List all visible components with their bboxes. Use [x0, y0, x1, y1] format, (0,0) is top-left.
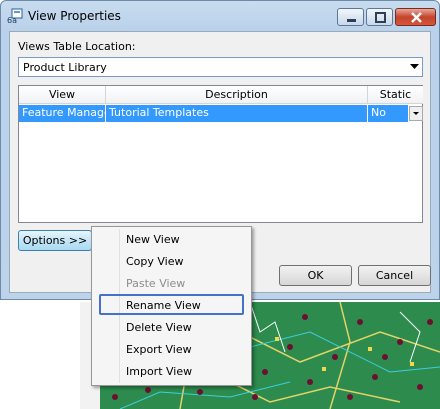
title-bar[interactable]: 6a View Properties	[1, 1, 439, 31]
options-context-menu: New View Copy View Paste View Rename Vie…	[91, 226, 252, 386]
menu-item-new-view[interactable]: New View	[126, 229, 180, 251]
menu-item-delete-view[interactable]: Delete View	[126, 317, 192, 339]
table-cell-description[interactable]: Tutorial Templates	[106, 105, 368, 122]
cancel-button[interactable]: Cancel	[358, 265, 431, 286]
views-table-location-value: Product Library	[23, 61, 107, 74]
minimize-button[interactable]	[337, 8, 364, 26]
svg-text:6a: 6a	[7, 16, 17, 24]
chevron-down-icon	[413, 112, 419, 115]
column-header-view[interactable]: View	[19, 86, 106, 104]
menu-item-copy-view[interactable]: Copy View	[126, 251, 184, 273]
static-dropdown-button[interactable]	[409, 106, 423, 121]
maximize-button[interactable]	[366, 8, 393, 26]
views-table-location-label: Views Table Location:	[18, 40, 136, 53]
table-cell-static[interactable]: No	[368, 105, 409, 122]
options-button[interactable]: Options >>	[18, 230, 92, 251]
menu-item-paste-view: Paste View	[126, 277, 186, 290]
chevron-down-icon	[410, 64, 419, 69]
window-title: View Properties	[28, 9, 121, 23]
ok-button[interactable]: OK	[279, 265, 352, 286]
column-header-static[interactable]: Static	[368, 86, 423, 104]
maximize-icon	[375, 12, 386, 23]
close-button[interactable]	[395, 8, 436, 26]
menu-item-export-view[interactable]: Export View	[126, 339, 192, 361]
menu-item-import-view[interactable]: Import View	[126, 361, 192, 383]
views-table-location-combo[interactable]: Product Library	[18, 57, 423, 77]
close-icon	[411, 12, 422, 23]
column-header-description[interactable]: Description	[106, 86, 368, 104]
views-table: View Description Static Feature Manager …	[18, 85, 423, 223]
minimize-icon	[347, 19, 356, 22]
table-cell-view[interactable]: Feature Manager	[19, 105, 106, 122]
menu-item-rename-view[interactable]: Rename View	[126, 295, 201, 317]
view-properties-icon: 6a	[7, 8, 23, 24]
